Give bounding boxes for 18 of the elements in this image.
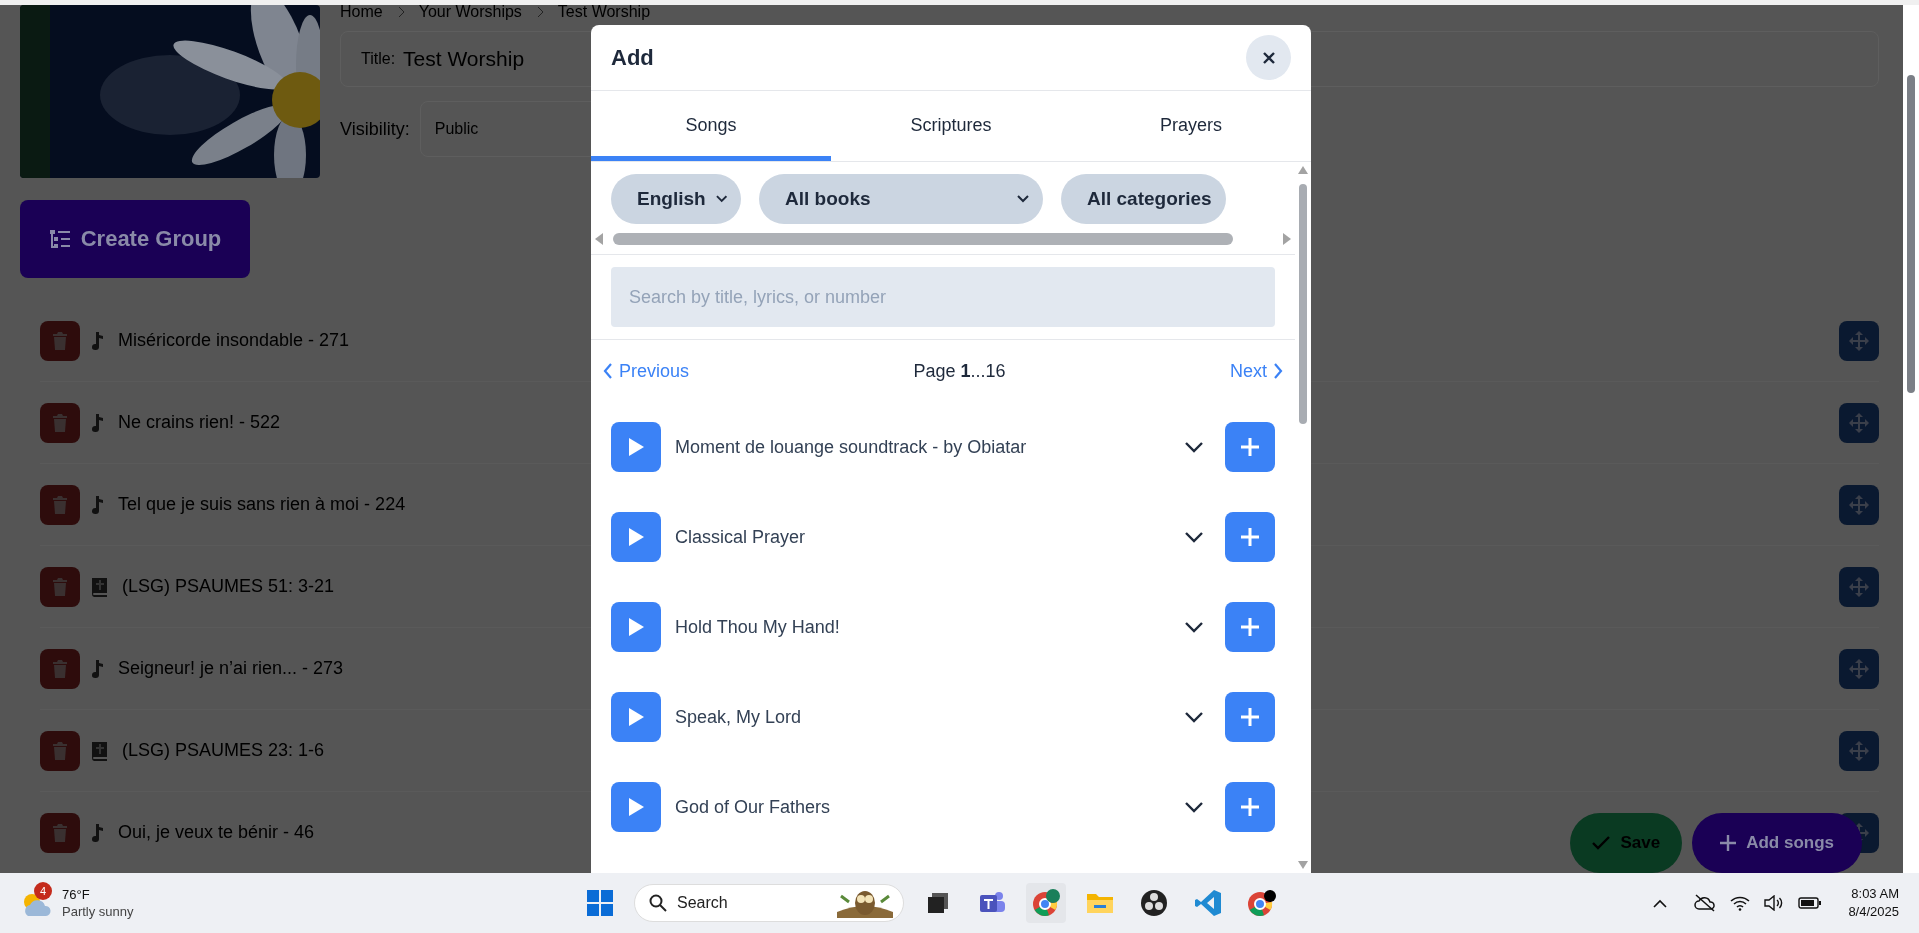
item-title: Oui, je veux te bénir - 46 xyxy=(118,822,315,843)
weather-description: Partly sunny xyxy=(62,903,134,920)
dialog-title: Add xyxy=(611,44,654,71)
result-title: God of Our Fathers xyxy=(675,796,832,818)
result-title: Hold Thou My Hand! xyxy=(675,616,841,638)
notification-badge: 4 xyxy=(34,882,52,900)
result-title: Speak, My Lord xyxy=(675,706,803,728)
item-title: Seigneur! je n’ai rien... - 273 xyxy=(118,658,344,679)
result-title: Classical Prayer xyxy=(675,526,807,548)
item-title: Ne crains rien! - 522 xyxy=(118,412,281,433)
visibility-label: Visibility: xyxy=(340,118,410,140)
item-title: (LSG) PSAUMES 23: 1-6 xyxy=(122,740,325,761)
item-title: Tel que je suis sans rien à moi - 224 xyxy=(118,494,406,515)
item-title: (LSG) PSAUMES 51: 3-21 xyxy=(122,576,335,597)
result-title: Moment de louange soundtrack - by Obiatar xyxy=(675,436,1028,458)
item-title: Miséricorde insondable - 271 xyxy=(118,330,350,351)
temperature: 76°F xyxy=(62,886,91,903)
page-indicator: Page 1...16 xyxy=(913,360,1006,382)
